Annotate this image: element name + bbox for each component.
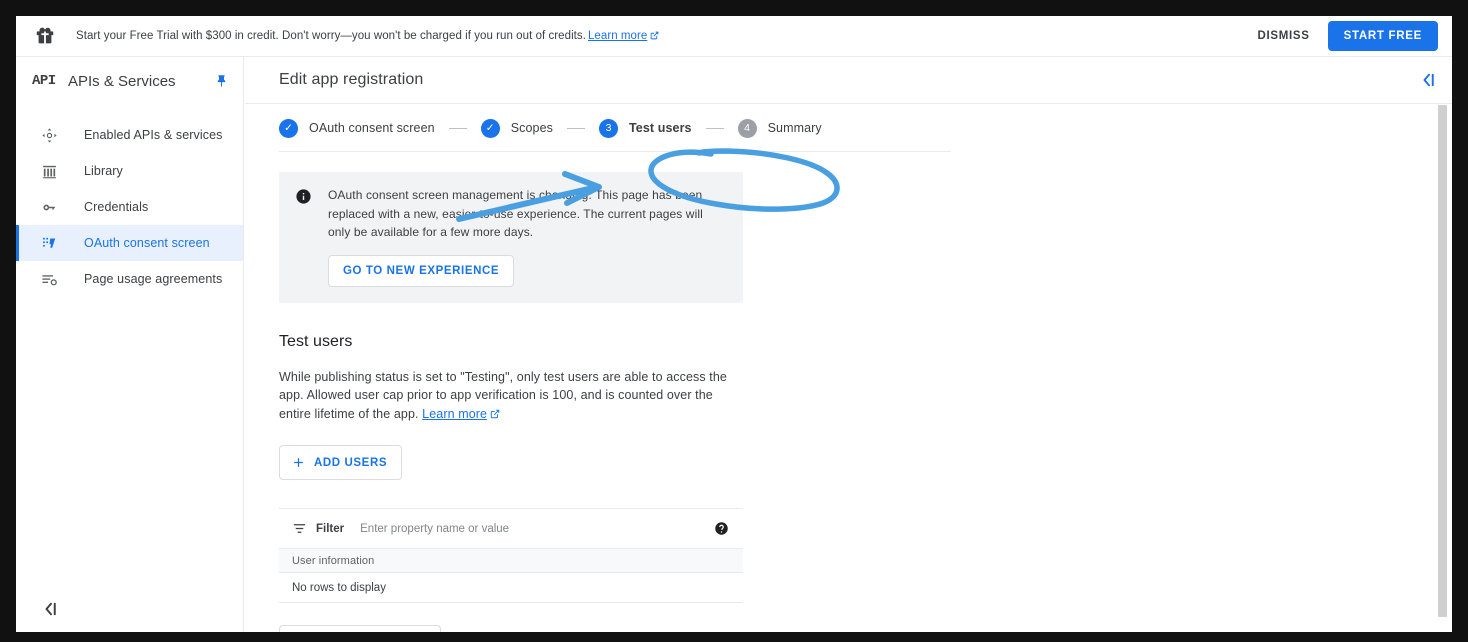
table-column-header: User information bbox=[292, 554, 375, 567]
pin-icon[interactable] bbox=[214, 74, 229, 89]
cancel-button[interactable]: CANCEL bbox=[450, 626, 530, 632]
content-panel: Edit app registration ✓ OAuth consent sc… bbox=[245, 57, 1452, 632]
content-scrollbar[interactable] bbox=[1438, 104, 1447, 632]
step-label: Test users bbox=[628, 121, 692, 135]
content-header: Edit app registration bbox=[245, 57, 1452, 104]
section-description: While publishing status is set to "Testi… bbox=[279, 368, 747, 424]
help-circle-icon[interactable] bbox=[714, 521, 729, 536]
step-summary[interactable]: 4 Summary bbox=[737, 118, 822, 138]
save-and-continue-button[interactable]: SAVE AND CONTINUE bbox=[279, 625, 441, 632]
go-to-new-experience-button[interactable]: GO TO NEW EXPERIENCE bbox=[328, 254, 515, 287]
sidebar-item-label: Enabled APIs & services bbox=[84, 128, 223, 142]
sidebar-header: API APIs & Services bbox=[16, 57, 243, 105]
step-separator bbox=[448, 127, 467, 129]
table-empty-row: No rows to display bbox=[279, 573, 743, 603]
table-header-row: User information bbox=[279, 548, 743, 573]
add-users-button[interactable]: ADD USERS bbox=[279, 445, 403, 480]
consent-screen-icon bbox=[40, 234, 58, 252]
start-free-button[interactable]: START FREE bbox=[1327, 21, 1438, 51]
page-title: Edit app registration bbox=[279, 71, 424, 88]
step-label: Summary bbox=[767, 121, 822, 135]
step-oauth-consent-screen[interactable]: ✓ OAuth consent screen bbox=[279, 118, 435, 138]
enabled-apis-icon bbox=[40, 126, 58, 144]
filter-row: Filter bbox=[279, 508, 743, 548]
add-users-label: ADD USERS bbox=[314, 456, 388, 469]
sidebar-title: APIs & Services bbox=[68, 72, 176, 90]
sidebar-item-label: Library bbox=[84, 164, 123, 178]
table-empty-message: No rows to display bbox=[292, 581, 386, 594]
key-icon bbox=[40, 198, 58, 216]
sidebar-item-credentials[interactable]: Credentials bbox=[16, 189, 243, 225]
sidebar-nav: Enabled APIs & services Library Credenti… bbox=[16, 105, 243, 297]
test-users-table: Filter User information No rows to displ… bbox=[279, 508, 743, 603]
sidebar-item-oauth-consent-screen[interactable]: OAuth consent screen bbox=[16, 225, 243, 261]
gift-icon bbox=[34, 25, 56, 47]
info-icon bbox=[295, 188, 312, 205]
sidebar-item-enabled-apis[interactable]: Enabled APIs & services bbox=[16, 117, 243, 153]
api-logo: API bbox=[32, 73, 56, 89]
step-badge-check-icon: ✓ bbox=[279, 118, 298, 138]
step-scopes[interactable]: ✓ Scopes bbox=[480, 118, 553, 138]
section-description-text: While publishing status is set to "Testi… bbox=[279, 369, 727, 421]
sidebar-item-label: Credentials bbox=[84, 200, 149, 214]
trial-message: Start your Free Trial with $300 in credi… bbox=[76, 30, 586, 42]
dismiss-button[interactable]: DISMISS bbox=[1245, 22, 1321, 50]
wizard-stepper: ✓ OAuth consent screen ✓ Scopes 3 Test u… bbox=[245, 104, 1452, 152]
trial-banner-text: Start your Free Trial with $300 in credi… bbox=[76, 30, 659, 42]
stepper-divider bbox=[279, 151, 951, 152]
step-badge-number: 3 bbox=[598, 118, 618, 138]
section-title: Test users bbox=[279, 332, 353, 350]
info-banner-body: OAuth consent screen management is chang… bbox=[328, 186, 727, 287]
step-badge-number: 4 bbox=[737, 118, 757, 138]
step-badge-check-icon: ✓ bbox=[480, 118, 500, 138]
step-separator bbox=[705, 127, 724, 129]
footer-actions: SAVE AND CONTINUE CANCEL bbox=[279, 625, 1452, 632]
external-link-icon bbox=[650, 31, 659, 40]
app-window: Start your Free Trial with $300 in credi… bbox=[16, 16, 1452, 632]
plus-icon bbox=[291, 455, 306, 470]
content-collapse-icon[interactable] bbox=[1420, 71, 1438, 89]
info-banner: OAuth consent screen management is chang… bbox=[279, 172, 743, 303]
sidebar-item-label: Page usage agreements bbox=[84, 272, 223, 286]
page-agreements-icon bbox=[40, 270, 58, 288]
step-separator bbox=[566, 127, 585, 129]
sidebar-item-library[interactable]: Library bbox=[16, 153, 243, 189]
external-link-icon bbox=[490, 406, 500, 418]
filter-label: Filter bbox=[316, 522, 345, 535]
step-label: OAuth consent screen bbox=[309, 121, 435, 135]
section-learn-more-link[interactable]: Learn more bbox=[422, 407, 487, 421]
free-trial-banner: Start your Free Trial with $300 in credi… bbox=[16, 16, 1452, 57]
sidebar-item-label: OAuth consent screen bbox=[84, 236, 210, 250]
sidebar: API APIs & Services Enabled APIs & servi… bbox=[16, 57, 244, 632]
main-panel: OAuth consent screen management is chang… bbox=[245, 172, 1452, 632]
library-icon bbox=[40, 162, 58, 180]
content-scrollbar-thumb[interactable] bbox=[1438, 105, 1447, 617]
step-label: Scopes bbox=[510, 121, 553, 135]
filter-icon[interactable] bbox=[292, 521, 307, 536]
sidebar-item-page-usage-agreements[interactable]: Page usage agreements bbox=[16, 261, 243, 297]
trial-learn-more-link[interactable]: Learn more bbox=[588, 30, 647, 42]
info-banner-text: OAuth consent screen management is chang… bbox=[328, 188, 703, 239]
filter-input[interactable] bbox=[358, 521, 714, 536]
sidebar-collapse-icon[interactable] bbox=[42, 600, 60, 618]
step-test-users[interactable]: 3 Test users bbox=[598, 118, 692, 138]
